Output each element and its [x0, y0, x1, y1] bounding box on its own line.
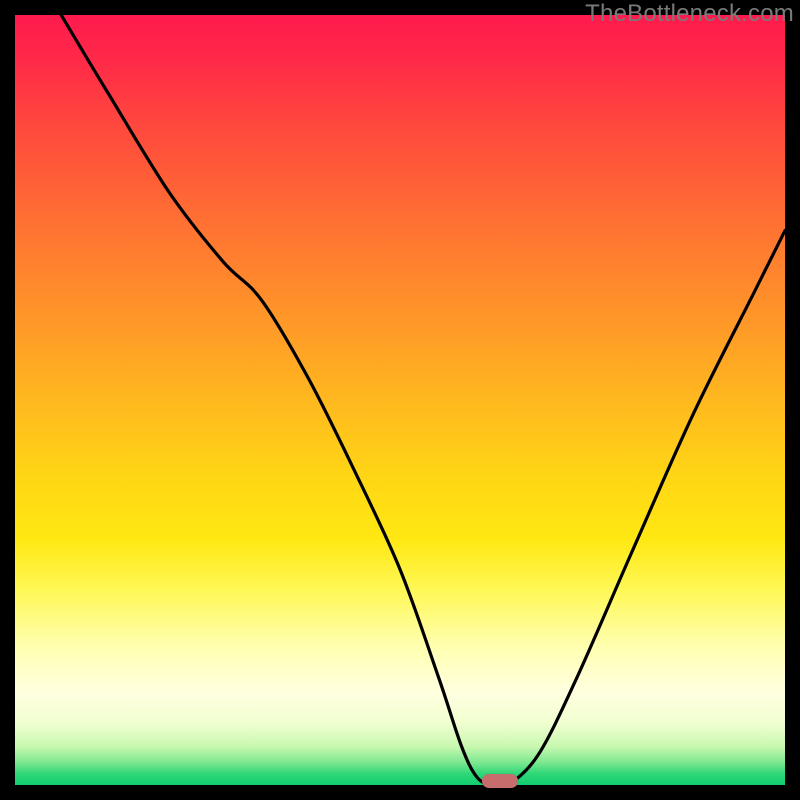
chart-frame: TheBottleneck.com: [0, 0, 800, 800]
curve-path: [61, 15, 785, 785]
watermark-text: TheBottleneck.com: [585, 0, 794, 28]
optimal-marker: [482, 774, 518, 788]
bottleneck-curve: [15, 15, 785, 785]
plot-area: [15, 15, 785, 785]
